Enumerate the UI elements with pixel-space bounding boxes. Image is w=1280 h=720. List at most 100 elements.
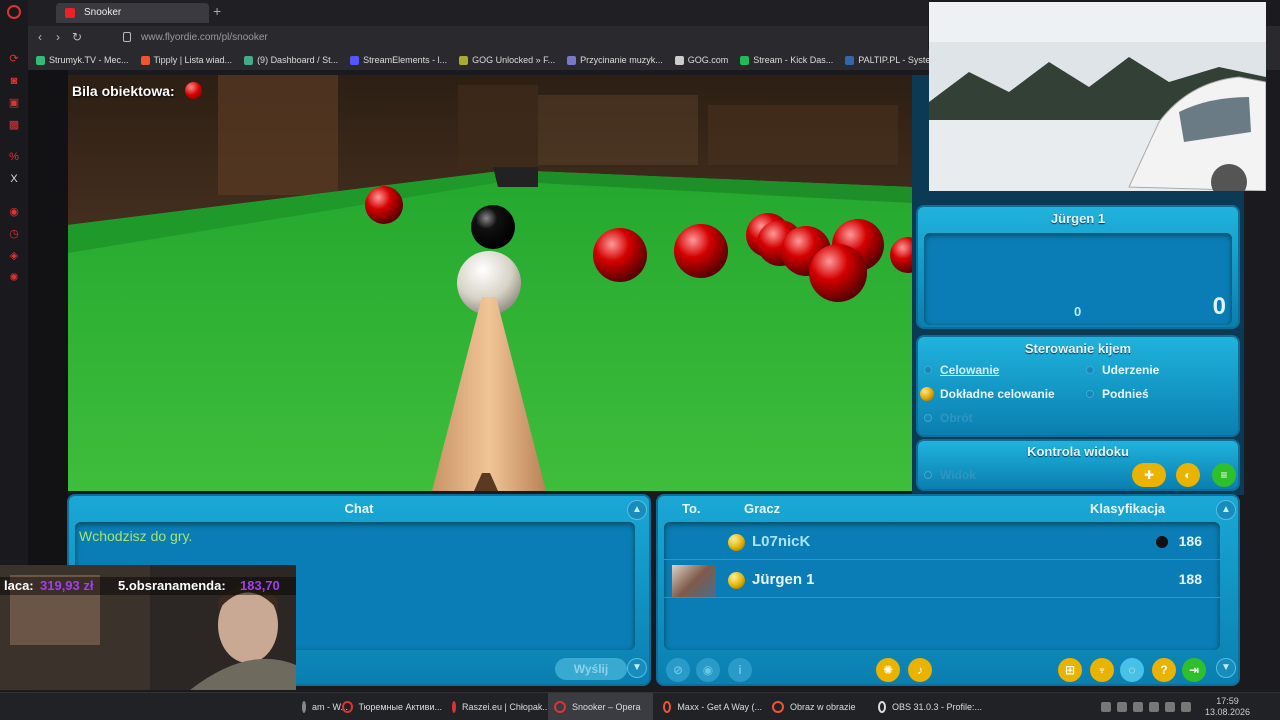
players-panel: To. Gracz Klasyfikacja ▲ L07nicK 186 Jür… [656, 494, 1240, 686]
tray-chevron-icon[interactable] [1100, 702, 1111, 712]
table-button-icon[interactable]: ⊞ [1058, 658, 1082, 682]
cue-control-title: Sterowanie kijem [1024, 341, 1132, 356]
taskbar-app-icon [452, 701, 456, 713]
chat-collapse-icon[interactable]: ▲ [627, 500, 647, 520]
sidebar-circle-icon[interactable]: ◉ [7, 205, 21, 219]
score-box: 0 0 [924, 233, 1232, 325]
bookmark-favicon-icon [36, 55, 45, 65]
players-collapse-icon[interactable]: ▲ [1216, 500, 1236, 520]
rotate-view-button[interactable]: ◐ [1176, 463, 1200, 487]
clock[interactable]: 17:59 13.08.2026 [1205, 696, 1250, 718]
view-option[interactable]: Widok [924, 468, 976, 482]
disabled-button-icon[interactable]: ⊘ [666, 658, 690, 682]
sidebar-music-icon[interactable]: ▩ [7, 118, 21, 132]
radio-dot-icon [924, 471, 932, 479]
tray-chrome-icon[interactable] [1148, 702, 1159, 712]
radio-dot-icon [1086, 390, 1094, 398]
aiming-option[interactable]: Celowanie [924, 363, 999, 377]
trophy-button-icon[interactable]: ♆ [1090, 658, 1114, 682]
bookmark-item[interactable]: PALTIP.PL - Syste... [845, 55, 938, 65]
taskbar-item[interactable]: Maxx - Get A Way (... [657, 693, 762, 720]
user-button-icon[interactable]: ◉ [696, 658, 720, 682]
bookmark-item[interactable]: Tipply | Lista wiad... [140, 55, 232, 65]
score-panel: Jürgen 1 0 0 [916, 205, 1240, 329]
reload-icon[interactable]: ↻ [72, 30, 82, 44]
sidebar-bag-icon[interactable]: ◙ [7, 74, 21, 88]
score-player-name: Jürgen 1 [1050, 211, 1106, 226]
tab-snooker[interactable]: Snooker [56, 3, 209, 23]
view-control-title: Kontrola widoku [1027, 444, 1129, 459]
bookmark-item[interactable]: GOG.com [674, 55, 728, 65]
donation-amount: 183,70 [240, 578, 280, 593]
donation-ticker: laca: 319,93 zł 5.obsranamenda: 183,70 [0, 577, 296, 595]
bookmark-label: Strumyk.TV - Mec... [49, 55, 129, 65]
clock-time: 17:59 [1216, 696, 1239, 706]
strike-option[interactable]: Uderzenie [1086, 363, 1159, 377]
sidebar-cube-icon[interactable]: ◈ [7, 249, 21, 263]
rotation-option[interactable]: Obrót [924, 411, 973, 425]
tray-app-icon[interactable] [1116, 702, 1127, 712]
bookmark-item[interactable]: StreamElements - l... [350, 55, 447, 65]
sound-button-icon[interactable]: ♪ [908, 658, 932, 682]
tray-network-icon[interactable] [1164, 702, 1175, 712]
sidebar-settings-icon[interactable]: ✺ [7, 271, 21, 285]
taskbar-item[interactable]: am - W... [296, 693, 348, 720]
fine-aiming-option[interactable]: Dokładne celowanie [920, 387, 1055, 401]
zoom-view-button[interactable]: ✚ [1132, 463, 1166, 487]
info-button-icon[interactable]: i [728, 658, 752, 682]
bookmark-item[interactable]: (9) Dashboard / St... [244, 55, 338, 65]
tab-favicon-icon [65, 8, 75, 18]
url-input[interactable]: www.flyordie.com/pl/snooker [141, 32, 268, 43]
frame-score: 0 [1074, 304, 1082, 319]
settings-button-icon[interactable]: ✺ [876, 658, 900, 682]
bookmark-item[interactable]: Przycinanie muzyk... [567, 55, 663, 65]
table-row[interactable]: Jürgen 1 188 [664, 562, 1220, 598]
taskbar-item-label: Тюремные Активи... [358, 702, 443, 712]
bookmark-item[interactable]: GOG Unlocked » F... [459, 55, 555, 65]
sidebar-clock-icon[interactable]: ◷ [7, 227, 21, 241]
forward-icon[interactable]: › [56, 30, 60, 44]
taskbar-item[interactable]: Obraz w obrazie [766, 693, 868, 720]
bookmark-item[interactable]: Stream - Kick Das... [740, 55, 833, 65]
sidebar-refresh-icon[interactable]: ⟳ [7, 52, 21, 66]
taskbar-item[interactable]: Snooker – Opera [548, 693, 653, 720]
webcam-overlay [929, 2, 1266, 191]
bookmark-label: Stream - Kick Das... [753, 55, 834, 65]
bookmark-favicon-icon [567, 55, 577, 65]
taskbar-item[interactable]: OBS 31.0.3 - Profile:... [872, 693, 982, 720]
bookmark-label: (9) Dashboard / St... [257, 55, 339, 65]
bookmark-item[interactable]: Strumyk.TV - Mec... [36, 55, 129, 65]
taskbar-item[interactable]: Raszei.eu | Chłopak... [446, 693, 550, 720]
new-tab-icon[interactable]: + [213, 3, 221, 19]
sidebar-percent-icon[interactable]: % [7, 150, 21, 164]
taskbar-item-label: Raszei.eu | Chłopak... [462, 702, 550, 712]
chat-bubble-button-icon[interactable]: ◌ [1120, 658, 1144, 682]
chat-expand-icon[interactable]: ▼ [627, 658, 647, 678]
top-view-button[interactable]: ≡ [1212, 463, 1236, 487]
players-expand-icon[interactable]: ▼ [1216, 658, 1236, 678]
donation-amount: 319,93 zł [40, 578, 94, 593]
donor-name: laca: [4, 578, 34, 593]
taskbar-app-icon [554, 701, 566, 713]
help-button-icon[interactable]: ? [1152, 658, 1176, 682]
snooker-table-view[interactable] [68, 75, 912, 491]
opera-logo-icon[interactable] [7, 5, 21, 19]
tray-volume-icon[interactable] [1180, 702, 1191, 712]
chat-message: Wchodzisz do gry. [79, 528, 193, 544]
players-list: L07nicK 186 Jürgen 1 188 [664, 522, 1220, 650]
player-ball-icon [728, 534, 745, 551]
taskbar: 17:59 13.08.2026 am - W... Тюремные Актив… [0, 692, 1280, 720]
taskbar-item[interactable]: Тюремные Активи... [336, 693, 442, 720]
bookmark-favicon-icon [845, 55, 855, 65]
exit-button-icon[interactable]: ⇥ [1182, 658, 1206, 682]
raise-option[interactable]: Podnieś [1086, 387, 1149, 401]
sidebar-x-icon[interactable]: X [7, 172, 21, 186]
chat-send-button[interactable]: Wyślij [555, 658, 627, 680]
tray-app-icon[interactable] [1132, 702, 1143, 712]
table-row[interactable]: L07nicK 186 [664, 524, 1220, 560]
sidebar-messenger-icon[interactable]: ▣ [7, 96, 21, 110]
back-icon[interactable]: ‹ [38, 30, 42, 44]
bookmark-favicon-icon [459, 55, 469, 65]
black-ball [471, 205, 515, 249]
bookmark-label: PALTIP.PL - Syste... [858, 55, 938, 65]
